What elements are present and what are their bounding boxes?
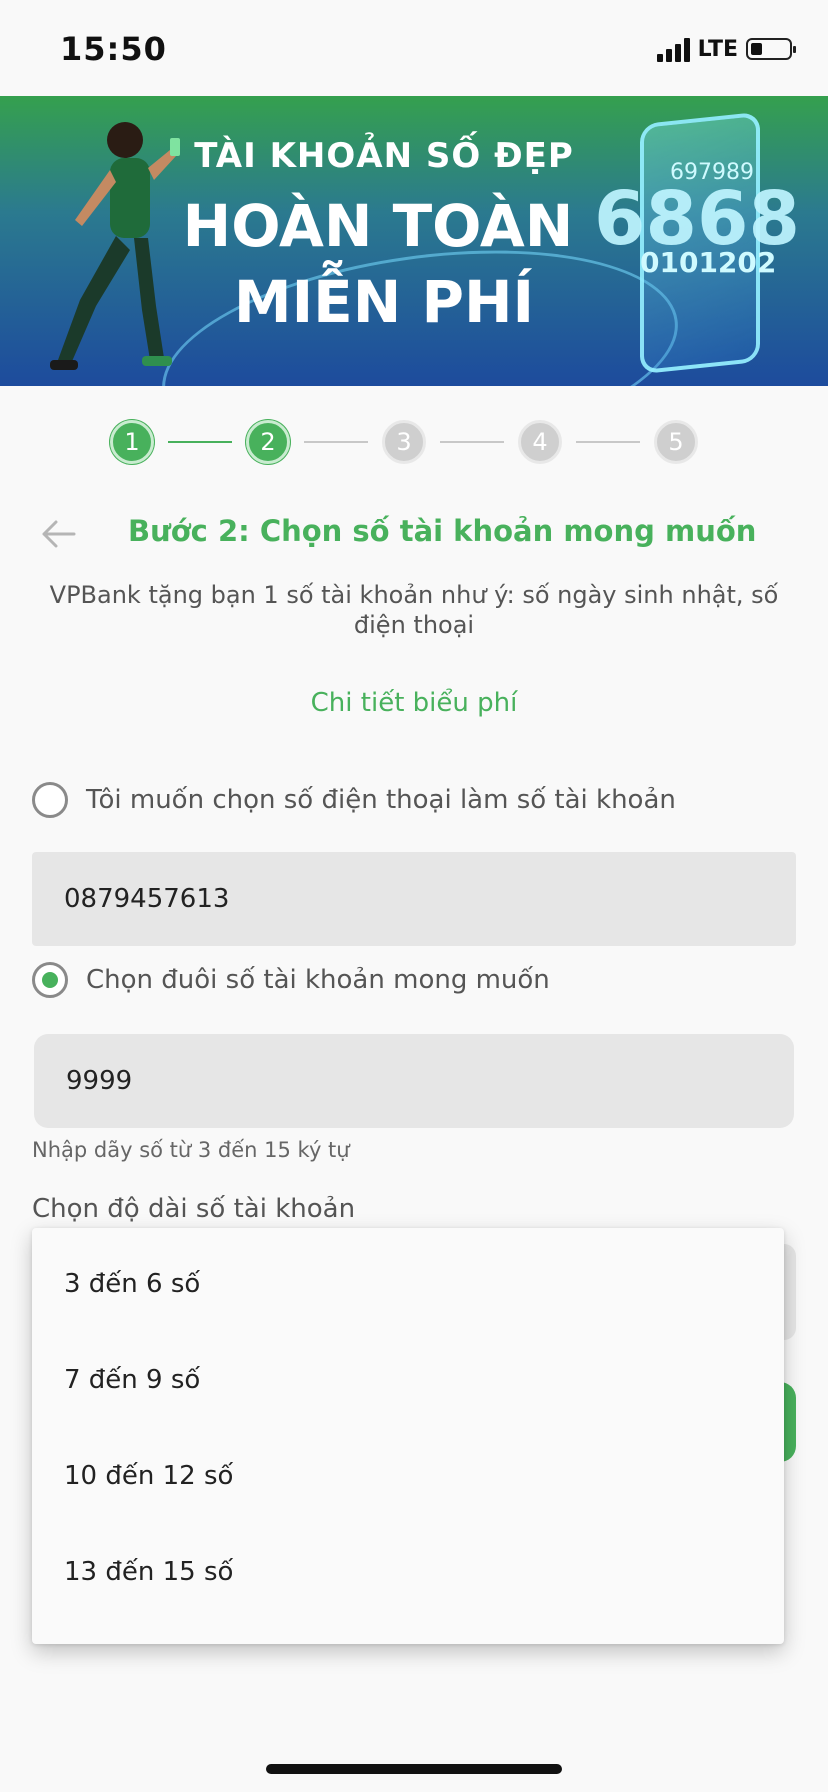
dropdown-option[interactable]: 3 đến 6 số <box>32 1236 784 1332</box>
promo-banner[interactable]: TÀI KHOẢN SỐ ĐẸP HOÀN TOÀN MIỄN PHÍ 6979… <box>0 96 828 386</box>
step-indicator-5: 5 <box>654 420 698 464</box>
phone-option-radio[interactable] <box>32 782 68 818</box>
dropdown-option[interactable]: 10 đến 12 số <box>32 1428 784 1524</box>
suffix-option[interactable]: Chọn đuôi số tài khoản mong muốn <box>32 962 550 998</box>
home-indicator[interactable] <box>266 1764 562 1774</box>
suffix-option-radio[interactable] <box>32 962 68 998</box>
signal-icon <box>656 36 690 62</box>
suffix-option-label: Chọn đuôi số tài khoản mong muốn <box>86 965 550 995</box>
page-title: Bước 2: Chọn số tài khoản mong muốn <box>128 514 757 548</box>
stepper-connector <box>440 441 504 443</box>
page-description: VPBank tặng bạn 1 số tài khoản như ý: số… <box>49 581 779 639</box>
phone-number-option[interactable]: Tôi muốn chọn số điện thoại làm số tài k… <box>32 782 676 818</box>
status-time: 15:50 <box>60 30 167 68</box>
status-bar: 15:50 LTE <box>0 0 828 96</box>
step-indicator-1: 1 <box>110 420 154 464</box>
step-indicator-2: 2 <box>246 420 290 464</box>
dropdown-option[interactable]: 7 đến 9 số <box>32 1332 784 1428</box>
progress-stepper: 1 2 3 4 5 <box>0 420 828 466</box>
battery-level <box>751 43 762 55</box>
account-length-label: Chọn độ dài số tài khoản <box>32 1194 356 1224</box>
network-type: LTE <box>697 36 738 62</box>
step-indicator-3: 3 <box>382 420 426 464</box>
phone-number-field[interactable]: 0879457613 <box>32 852 796 946</box>
phone-option-label: Tôi muốn chọn số điện thoại làm số tài k… <box>86 785 676 815</box>
stepper-connector <box>576 441 640 443</box>
banner-digits-small-mid: 0101202 <box>640 246 777 279</box>
suffix-input[interactable]: 9999 <box>34 1034 794 1128</box>
step-indicator-4: 4 <box>518 420 562 464</box>
dropdown-option[interactable]: 13 đến 15 số <box>32 1524 784 1620</box>
stepper-connector <box>304 441 368 443</box>
stepper-connector <box>168 441 232 443</box>
fee-details-link[interactable]: Chi tiết biểu phí <box>0 688 828 718</box>
battery-icon <box>746 38 796 60</box>
status-indicators: LTE <box>656 36 796 62</box>
account-length-dropdown[interactable]: 3 đến 6 số 7 đến 9 số 10 đến 12 số 13 đế… <box>32 1228 784 1644</box>
suffix-helper-text: Nhập dãy số từ 3 đến 15 ký tự <box>32 1138 350 1162</box>
back-arrow-icon[interactable] <box>38 518 78 550</box>
